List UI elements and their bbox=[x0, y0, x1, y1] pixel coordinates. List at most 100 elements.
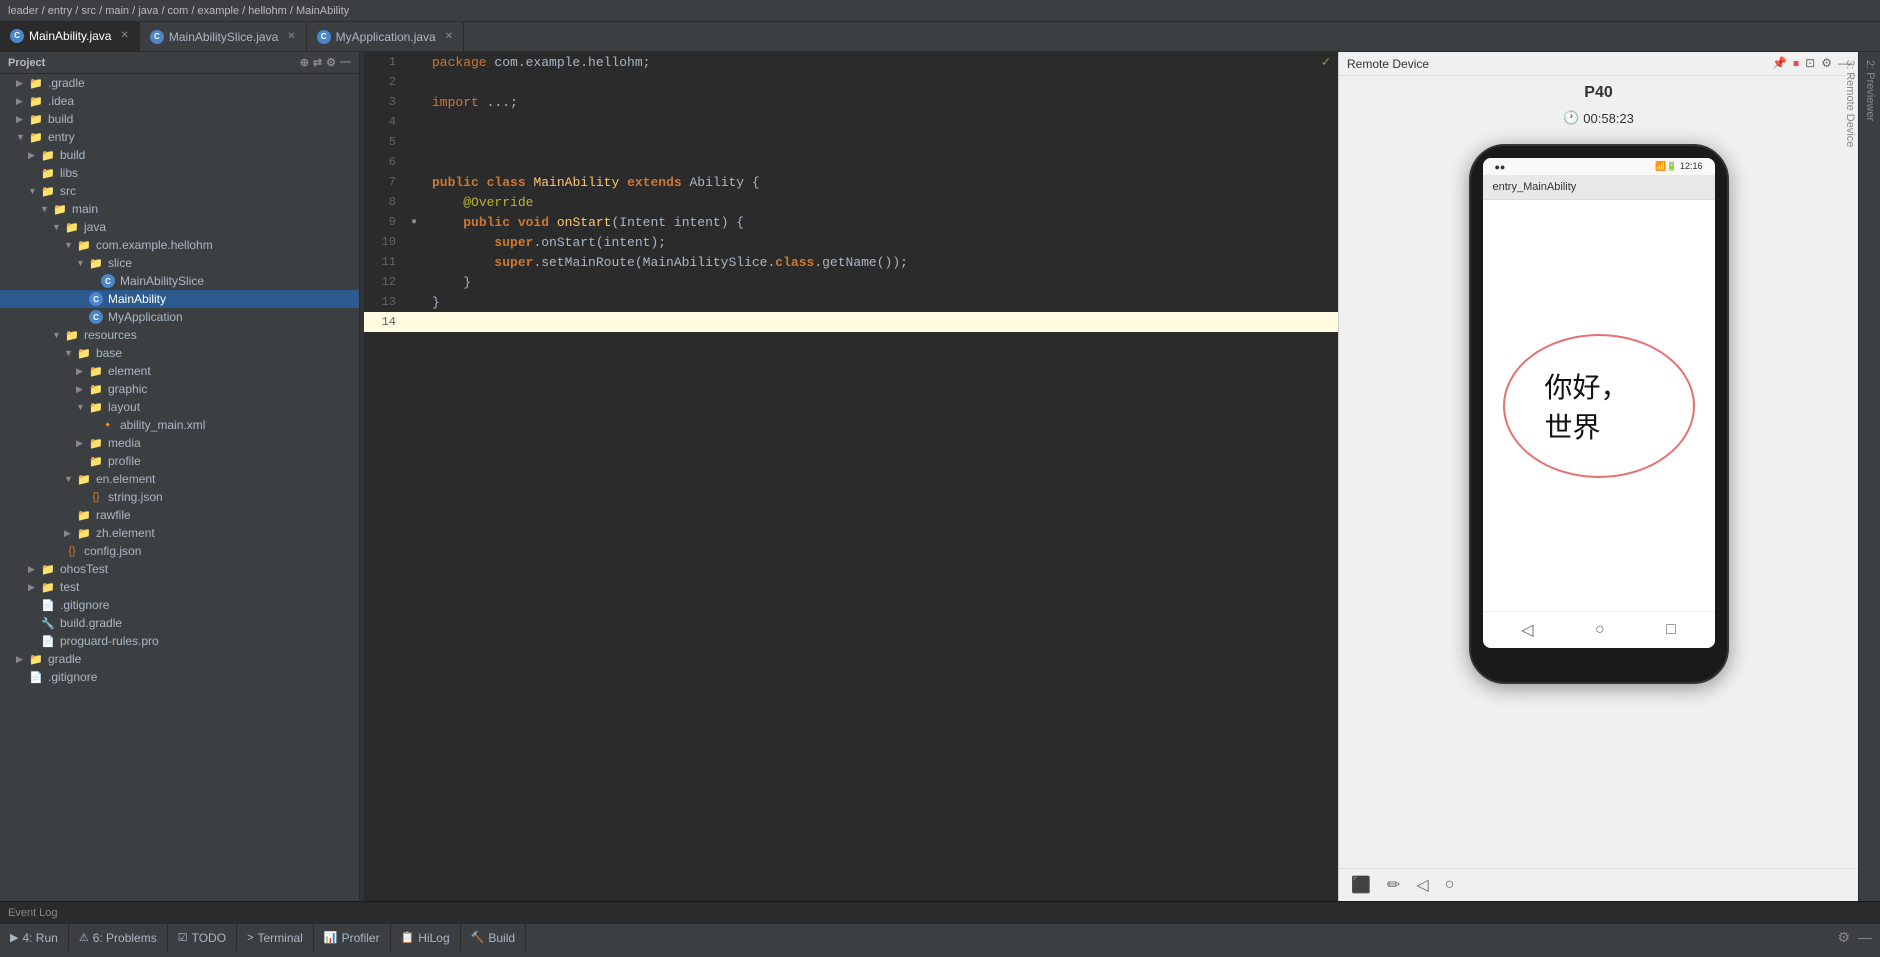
event-log-bar: Event Log bbox=[0, 901, 1880, 923]
bottom-tab-hilog[interactable]: 📋HiLog bbox=[391, 924, 461, 951]
code-line-4: 4 bbox=[364, 112, 1338, 132]
code-editor[interactable]: 1package com.example.hellohm;✓23import .… bbox=[364, 52, 1338, 901]
sidebar-item-gradle2-folder[interactable]: ▶📁gradle bbox=[0, 650, 359, 668]
sidebar-item-resources-folder[interactable]: ▼📁resources bbox=[0, 326, 359, 344]
sidebar-item-src-folder[interactable]: ▼📁src bbox=[0, 182, 359, 200]
tab-mainability[interactable]: C MainAbility.java ✕ bbox=[0, 22, 140, 51]
sidebar-item-element-folder[interactable]: ▶📁element bbox=[0, 362, 359, 380]
java-file-icon2: C bbox=[150, 30, 164, 44]
sidebar-controls: ⊕ ⇄ ⚙ — bbox=[300, 56, 351, 69]
tab-close-icon2[interactable]: ✕ bbox=[287, 31, 295, 42]
remote-device-panel: Remote Device 📌 ⏹ ⊡ ⚙ — P40 🕐 00:58:23 ●… bbox=[1338, 52, 1858, 901]
bottom-tab-label: 6: Problems bbox=[93, 931, 157, 945]
tree-arrow-icon: ▼ bbox=[52, 330, 64, 340]
sidebar-item-libs-folder[interactable]: 📁libs bbox=[0, 164, 359, 182]
tab-close-icon[interactable]: ✕ bbox=[120, 30, 128, 41]
sidebar-item-base-folder[interactable]: ▼📁base bbox=[0, 344, 359, 362]
sidebar-item-build-folder[interactable]: ▶📁build bbox=[0, 110, 359, 128]
sidebar-item-string-json[interactable]: {}string.json bbox=[0, 488, 359, 506]
sidebar-item-myapplication-file[interactable]: CMyApplication bbox=[0, 308, 359, 326]
bottom-close-icon[interactable]: — bbox=[1858, 929, 1872, 946]
bottom-tab-build[interactable]: 🔨Build bbox=[461, 924, 526, 951]
bottom-tab-4:-run[interactable]: ▶ 4: Run bbox=[0, 924, 69, 951]
sidebar-close-icon[interactable]: — bbox=[340, 56, 351, 69]
remote-device-strip-item[interactable]: 3: Remote Device bbox=[1840, 52, 1860, 901]
sidebar-item-gradle-folder[interactable]: ▶📁.gradle bbox=[0, 74, 359, 92]
sidebar-item-media-folder[interactable]: ▶📁media bbox=[0, 434, 359, 452]
bottom-settings-icon[interactable]: ⚙ bbox=[1837, 929, 1850, 946]
sidebar-item-profile-folder[interactable]: 📁profile bbox=[0, 452, 359, 470]
tab-myapplication[interactable]: C MyApplication.java ✕ bbox=[307, 22, 464, 51]
sidebar-item-java-folder[interactable]: ▼📁java bbox=[0, 218, 359, 236]
sidebar-sync-icon[interactable]: ⇄ bbox=[313, 56, 322, 69]
home-nav-icon[interactable]: ○ bbox=[1595, 621, 1605, 639]
tree-item-icon: 📁 bbox=[28, 76, 44, 90]
sidebar-item-gitignore2-file[interactable]: 📄.gitignore bbox=[0, 668, 359, 686]
bottom-tab-6:-problems[interactable]: ⚠6: Problems bbox=[69, 924, 168, 951]
bottom-tab-profiler[interactable]: 📊Profiler bbox=[314, 924, 391, 951]
bottom-tab-label: 4: Run bbox=[22, 931, 57, 945]
tree-arrow-icon: ▶ bbox=[76, 384, 88, 395]
code-line-10: 10 super.onStart(intent); bbox=[364, 232, 1338, 252]
sidebar-item-config-json[interactable]: {}config.json bbox=[0, 542, 359, 560]
line-code: @Override bbox=[424, 195, 533, 210]
settings-icon[interactable]: ⚙ bbox=[1821, 56, 1832, 71]
sidebar-item-slice-folder[interactable]: ▼📁slice bbox=[0, 254, 359, 272]
draw-icon[interactable]: ✏ bbox=[1387, 875, 1400, 895]
bottom-tab-terminal[interactable]: >Terminal bbox=[237, 924, 314, 951]
pin-icon[interactable]: 📌 bbox=[1772, 56, 1787, 71]
editor-content[interactable]: 1package com.example.hellohm;✓23import .… bbox=[364, 52, 1338, 901]
sidebar-item-com-folder[interactable]: ▼📁com.example.hellohm bbox=[0, 236, 359, 254]
sidebar-item-ability-main-xml[interactable]: 🔸ability_main.xml bbox=[0, 416, 359, 434]
sidebar-title: Project bbox=[8, 57, 45, 69]
java-file-icon3: C bbox=[317, 30, 331, 44]
sidebar-item-gitignore-file[interactable]: 📄.gitignore bbox=[0, 596, 359, 614]
tab-mainabilityslice[interactable]: C MainAbilitySlice.java ✕ bbox=[140, 22, 307, 51]
sidebar-item-proguard-file[interactable]: 📄proguard-rules.pro bbox=[0, 632, 359, 650]
tree-item-label: MyApplication bbox=[108, 310, 183, 324]
sidebar-item-graphic-folder[interactable]: ▶📁graphic bbox=[0, 380, 359, 398]
maximize-icon[interactable]: ⊡ bbox=[1805, 56, 1815, 71]
tree-arrow-icon: ▶ bbox=[76, 366, 88, 377]
sidebar-item-build-gradle[interactable]: 🔧build.gradle bbox=[0, 614, 359, 632]
sidebar-item-idea-folder[interactable]: ▶📁.idea bbox=[0, 92, 359, 110]
tree-item-label: rawfile bbox=[96, 508, 131, 522]
previewer-strip-item[interactable]: 2: Previewer bbox=[1860, 52, 1880, 901]
line-code: public class MainAbility extends Ability… bbox=[424, 175, 760, 190]
sidebar-item-layout-folder[interactable]: ▼📁layout bbox=[0, 398, 359, 416]
tab-close-icon3[interactable]: ✕ bbox=[445, 31, 453, 42]
bottom-tab-icon: 📋 bbox=[401, 931, 415, 944]
sidebar-item-rawfile-folder[interactable]: 📁rawfile bbox=[0, 506, 359, 524]
record-icon[interactable]: ⏹ bbox=[1793, 56, 1799, 71]
bottom-tab-icon: ▶ bbox=[10, 931, 18, 944]
back-nav-icon[interactable]: ◁ bbox=[1521, 620, 1533, 640]
hello-world-oval: 你好，世界 bbox=[1503, 334, 1695, 478]
screenshot-icon[interactable]: ⬛ bbox=[1351, 875, 1371, 895]
tree-item-icon: 📁 bbox=[40, 166, 56, 180]
tree-item-icon: 🔸 bbox=[100, 418, 116, 432]
sidebar-item-entry-build-folder[interactable]: ▶📁build bbox=[0, 146, 359, 164]
sidebar-settings-icon[interactable]: ⚙ bbox=[326, 56, 336, 69]
sidebar-item-entry-folder[interactable]: ▼📁entry bbox=[0, 128, 359, 146]
circle-icon[interactable]: ○ bbox=[1445, 876, 1455, 894]
sidebar-item-mainabilityslice-file[interactable]: CMainAbilitySlice bbox=[0, 272, 359, 290]
tree-item-icon: 📁 bbox=[76, 472, 92, 486]
bottom-tab-label: Terminal bbox=[258, 931, 303, 945]
sidebar-item-test-folder[interactable]: ▶📁test bbox=[0, 578, 359, 596]
line-code: } bbox=[424, 275, 471, 290]
bottom-tab-label: HiLog bbox=[418, 931, 449, 945]
tree-arrow-icon: ▶ bbox=[28, 582, 40, 593]
sidebar-add-icon[interactable]: ⊕ bbox=[300, 56, 309, 69]
sidebar-item-mainability-file[interactable]: CMainAbility bbox=[0, 290, 359, 308]
back-icon[interactable]: ◁ bbox=[1416, 875, 1428, 895]
sidebar-item-main-folder[interactable]: ▼📁main bbox=[0, 200, 359, 218]
sidebar-item-zh-element-folder[interactable]: ▶📁zh.element bbox=[0, 524, 359, 542]
line-number: 11 bbox=[364, 255, 404, 269]
tree-item-label: build.gradle bbox=[60, 616, 122, 630]
bottom-tab-todo[interactable]: ☑TODO bbox=[168, 924, 237, 951]
line-code: import ...; bbox=[424, 95, 518, 110]
sidebar-item-en-element-folder[interactable]: ▼📁en.element bbox=[0, 470, 359, 488]
sidebar-item-ohostest-folder[interactable]: ▶📁ohosTest bbox=[0, 560, 359, 578]
breadcrumb: leader / entry / src / main / java / com… bbox=[8, 5, 349, 17]
recent-nav-icon[interactable]: □ bbox=[1666, 621, 1676, 639]
